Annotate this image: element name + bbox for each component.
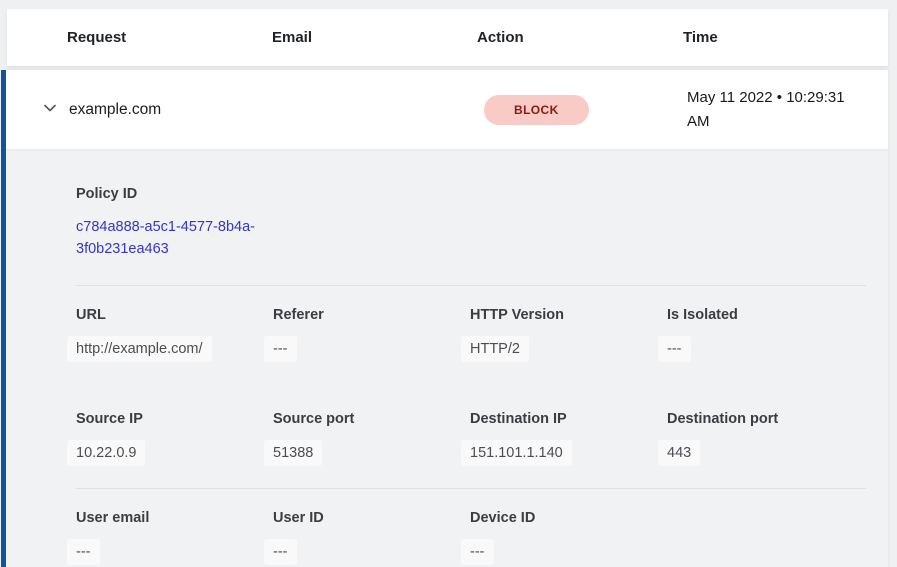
destination-port-field: Destination port 443 (667, 412, 864, 466)
is-isolated-label: Is Isolated (667, 308, 864, 323)
user-email-label: User email (76, 511, 273, 526)
user-email-value: --- (67, 539, 100, 565)
source-ip-field: Source IP 10.22.0.9 (76, 412, 273, 466)
collapse-row-button[interactable] (42, 102, 58, 118)
column-header-action: Action (477, 29, 683, 46)
destination-ip-field: Destination IP 151.101.1.140 (470, 412, 667, 466)
source-ip-value: 10.22.0.9 (67, 440, 145, 466)
destination-ip-label: Destination IP (470, 412, 667, 427)
http-version-field: HTTP Version HTTP/2 (470, 308, 667, 362)
expanded-row-group: example.com BLOCK May 11 2022 • 10:29:31… (1, 70, 888, 567)
device-id-field: Device ID --- (470, 511, 667, 565)
user-id-field: User ID --- (273, 511, 470, 565)
destination-port-value: 443 (658, 440, 700, 466)
url-label: URL (76, 308, 273, 323)
user-id-label: User ID (273, 511, 470, 526)
source-port-field: Source port 51388 (273, 412, 470, 466)
column-header-email: Email (272, 29, 477, 46)
url-field: URL http://example.com/ (76, 308, 273, 362)
policy-id-label: Policy ID (76, 187, 288, 202)
column-header-time: Time (683, 29, 888, 46)
destination-port-label: Destination port (667, 412, 864, 427)
action-block-badge: BLOCK (484, 95, 589, 125)
is-isolated-value: --- (658, 336, 691, 362)
details-row-http: URL http://example.com/ Referer --- HTTP… (76, 308, 866, 362)
user-email-field: User email --- (76, 511, 273, 565)
source-port-value: 51388 (264, 440, 322, 466)
device-id-label: Device ID (470, 511, 667, 526)
referer-field: Referer --- (273, 308, 470, 362)
row-cell-time: May 11 2022 • 10:29:31 AM (683, 86, 865, 134)
request-domain: example.com (69, 101, 161, 119)
policy-id-link[interactable]: c784a888-a5c1-4577-8b4a-3f0b231ea463 (76, 216, 288, 260)
http-version-label: HTTP Version (470, 308, 667, 323)
referer-label: Referer (273, 308, 470, 323)
url-value: http://example.com/ (67, 336, 212, 362)
referer-value: --- (264, 336, 297, 362)
details-row-network: Source IP 10.22.0.9 Source port 51388 De… (76, 412, 866, 466)
http-version-value: HTTP/2 (461, 336, 529, 362)
details-divider (76, 285, 866, 286)
destination-ip-value: 151.101.1.140 (461, 440, 572, 466)
policy-id-field: Policy ID c784a888-a5c1-4577-8b4a-3f0b23… (76, 187, 288, 260)
table-header: Request Email Action Time (7, 9, 888, 66)
source-ip-label: Source IP (76, 412, 273, 427)
user-id-value: --- (264, 539, 297, 565)
table-row[interactable]: example.com BLOCK May 11 2022 • 10:29:31… (6, 70, 888, 151)
column-header-request: Request (67, 29, 272, 46)
source-port-label: Source port (273, 412, 470, 427)
row-cell-action: BLOCK (477, 95, 683, 125)
row-details-panel: Policy ID c784a888-a5c1-4577-8b4a-3f0b23… (6, 151, 888, 567)
device-id-value: --- (461, 539, 494, 565)
is-isolated-field: Is Isolated --- (667, 308, 864, 362)
chevron-down-icon (42, 100, 58, 119)
details-row-user: User email --- User ID --- Device ID --- (76, 511, 866, 565)
row-cell-request: example.com (42, 101, 272, 119)
details-divider (76, 488, 866, 489)
